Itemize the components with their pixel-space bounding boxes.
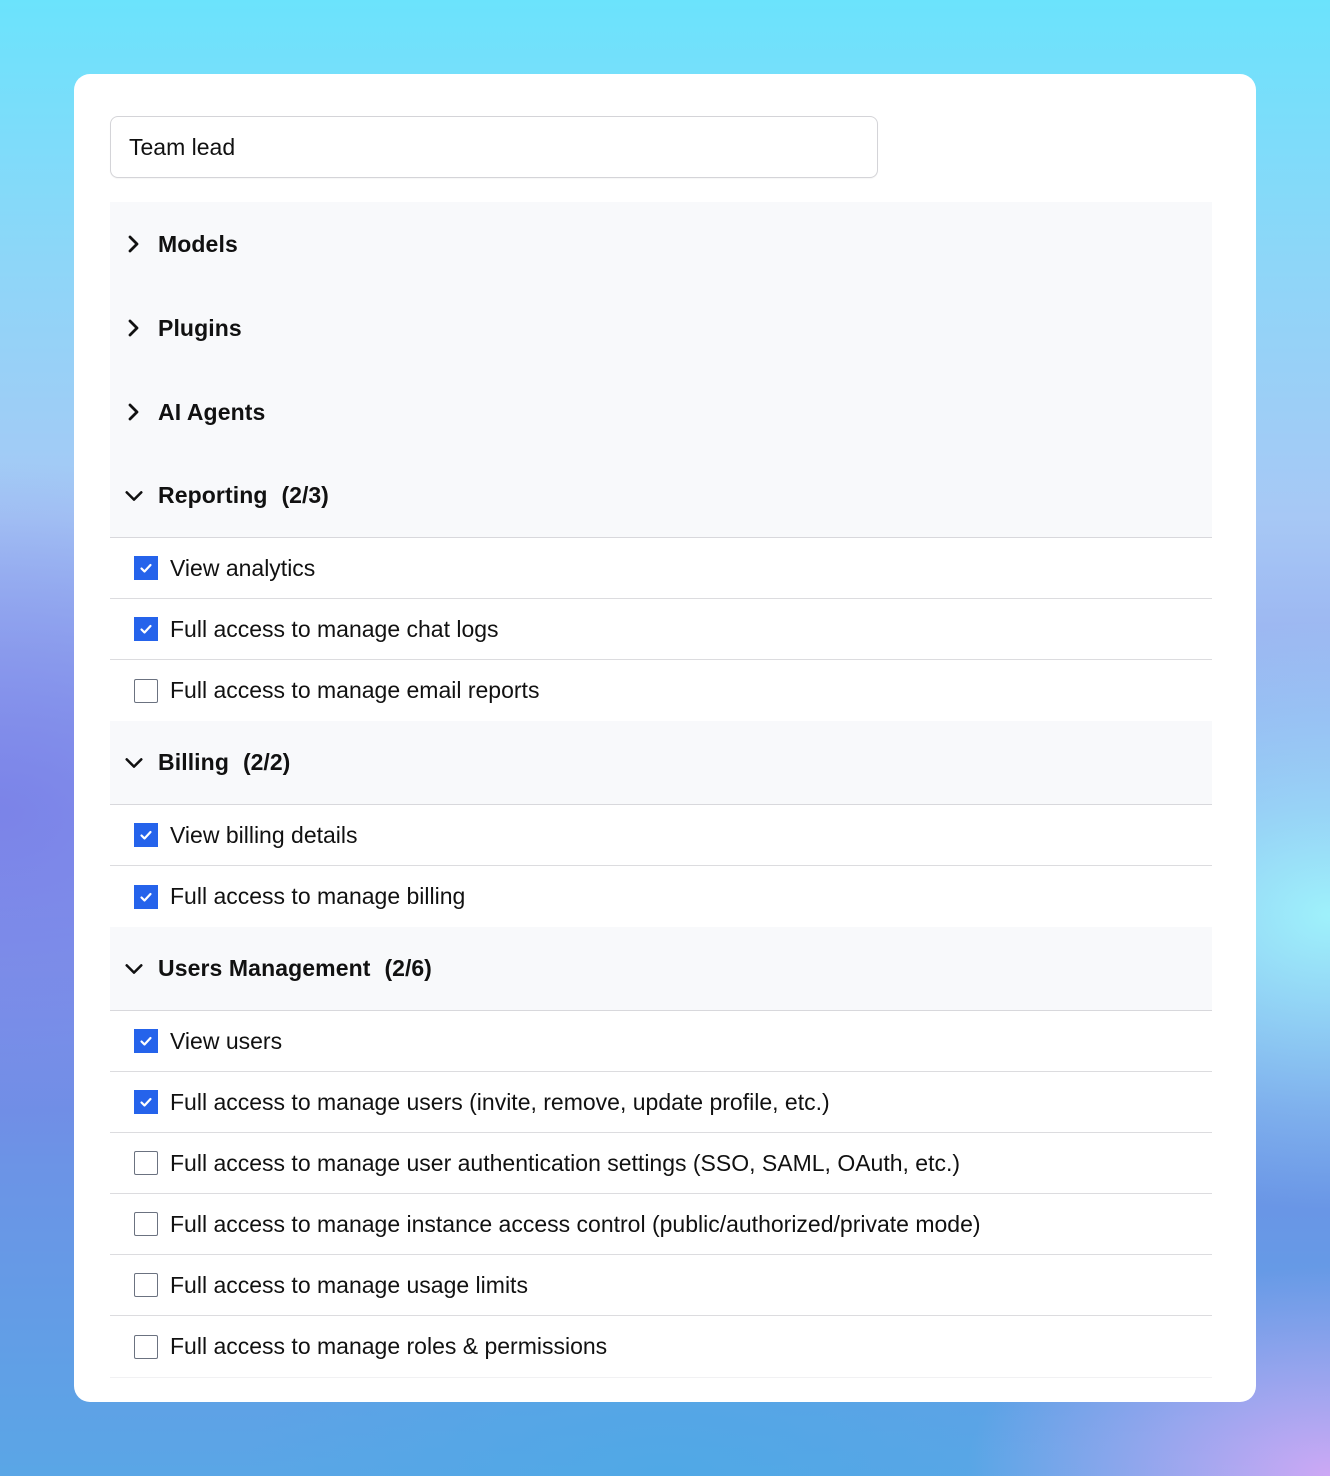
section-count: (2/6) xyxy=(384,955,432,981)
chevron-right-icon xyxy=(124,402,144,422)
section-header-users-management[interactable]: Users Management (2/6) xyxy=(110,927,1212,1011)
checkmark-icon xyxy=(140,624,152,634)
section-header-plugins[interactable]: Plugins xyxy=(110,286,1212,370)
section-title: Reporting xyxy=(158,482,268,508)
permission-row[interactable]: Full access to manage chat logs xyxy=(110,599,1212,660)
section-title: Users Management xyxy=(158,955,371,981)
permission-row[interactable]: Full access to manage users (invite, rem… xyxy=(110,1072,1212,1133)
checkbox[interactable] xyxy=(134,1212,158,1236)
checkbox[interactable] xyxy=(134,823,158,847)
permission-label: Full access to manage chat logs xyxy=(170,615,499,642)
chevron-down-icon xyxy=(124,486,144,506)
permission-label: Full access to manage user authenticatio… xyxy=(170,1149,961,1176)
permission-label: View users xyxy=(170,1027,283,1054)
permission-row[interactable]: Full access to manage email reports xyxy=(110,660,1212,721)
section-header-models[interactable]: Models xyxy=(110,202,1212,286)
checkbox[interactable] xyxy=(134,1090,158,1114)
checkbox[interactable] xyxy=(134,884,158,909)
section-title: Models xyxy=(158,230,238,257)
section-reporting: Reporting (2/3) View analytics Full acce… xyxy=(110,454,1212,721)
chevron-down-icon xyxy=(124,753,144,773)
section-header-reporting[interactable]: Reporting (2/3) xyxy=(110,454,1212,538)
permission-row[interactable]: View billing details xyxy=(110,805,1212,866)
permission-label: View billing details xyxy=(170,821,358,848)
checkmark-icon xyxy=(140,892,152,902)
role-name-input[interactable] xyxy=(110,116,878,178)
section-header-ai-agents[interactable]: AI Agents xyxy=(110,370,1212,454)
chevron-right-icon xyxy=(124,318,144,338)
section-users-management: Users Management (2/6) View users Full a… xyxy=(110,927,1212,1378)
section-title: Plugins xyxy=(158,314,242,341)
permission-label: Full access to manage usage limits xyxy=(170,1271,528,1298)
chevron-down-icon xyxy=(124,959,144,979)
permission-sections: Models Plugins AI Agents Reporting (2/3)… xyxy=(110,202,1212,1378)
permission-row[interactable]: Full access to manage roles & permission… xyxy=(110,1316,1212,1377)
permission-row[interactable]: Full access to manage usage limits xyxy=(110,1255,1212,1316)
checkmark-icon xyxy=(140,563,152,573)
section-plugins: Plugins xyxy=(110,286,1212,370)
checkmark-icon xyxy=(140,830,152,840)
checkbox[interactable] xyxy=(134,1273,158,1297)
permission-label: Full access to manage email reports xyxy=(170,677,540,703)
checkbox[interactable] xyxy=(134,678,158,703)
section-title: AI Agents xyxy=(158,398,266,425)
checkbox[interactable] xyxy=(134,1151,158,1175)
permission-label: Full access to manage instance access co… xyxy=(170,1210,981,1237)
section-models: Models xyxy=(110,202,1212,286)
section-count: (2/2) xyxy=(242,749,291,775)
permission-label: View analytics xyxy=(170,554,316,581)
checkbox[interactable] xyxy=(134,1334,158,1359)
role-editor-card: Models Plugins AI Agents xyxy=(74,74,1256,1402)
permission-label: Full access to manage users (invite, rem… xyxy=(170,1088,830,1115)
section-ai-agents: AI Agents xyxy=(110,370,1212,454)
checkbox[interactable] xyxy=(134,556,158,580)
permission-row[interactable]: Full access to manage user authenticatio… xyxy=(110,1133,1212,1194)
checkmark-icon xyxy=(140,1097,152,1107)
section-count: (2/3) xyxy=(281,482,329,508)
permission-label: Full access to manage roles & permission… xyxy=(170,1333,608,1359)
divider xyxy=(110,1377,1212,1378)
permission-row[interactable]: View users xyxy=(110,1011,1212,1072)
permission-label: Full access to manage billing xyxy=(170,883,466,909)
chevron-right-icon xyxy=(124,234,144,254)
permission-row[interactable]: Full access to manage instance access co… xyxy=(110,1194,1212,1255)
section-billing: Billing (2/2) View billing details Full … xyxy=(110,721,1212,927)
checkmark-icon xyxy=(140,1036,152,1046)
section-header-billing[interactable]: Billing (2/2) xyxy=(110,721,1212,805)
checkbox[interactable] xyxy=(134,617,158,641)
checkbox[interactable] xyxy=(134,1029,158,1053)
permission-row[interactable]: Full access to manage billing xyxy=(110,866,1212,927)
section-title: Billing xyxy=(158,749,229,775)
permission-row[interactable]: View analytics xyxy=(110,538,1212,599)
